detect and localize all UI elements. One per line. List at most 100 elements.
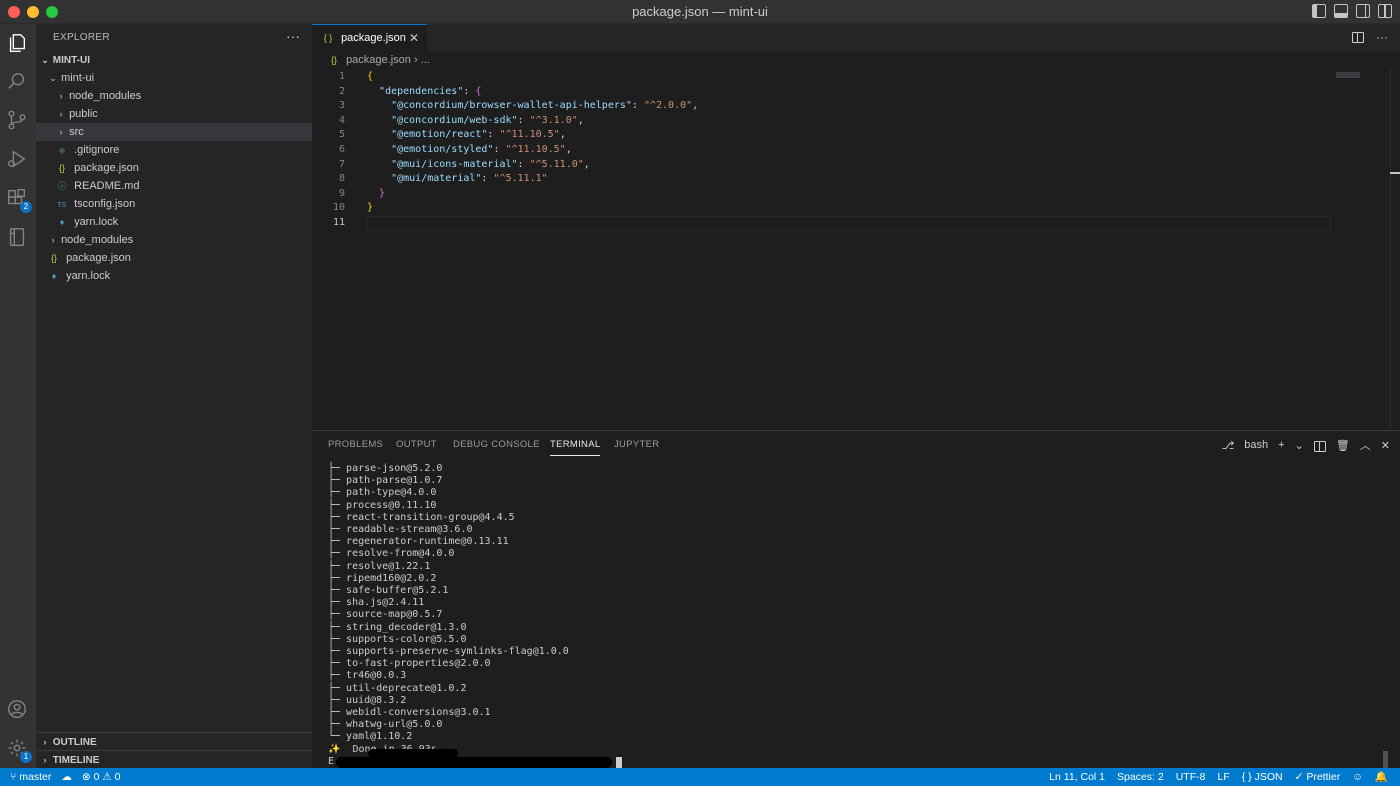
code-line[interactable]: 9 }: [312, 187, 1332, 202]
code-line[interactable]: 7 "@mui/icons-material": "^5.11.0",: [312, 158, 1332, 173]
branch-status[interactable]: ⑂ master: [10, 768, 51, 786]
yarn-file-icon: ♦: [51, 271, 57, 281]
workspace-root[interactable]: ⌄ MINT-UI: [36, 51, 312, 69]
terminal-line: ├─ path-type@4.0.0: [328, 487, 437, 499]
terminal[interactable]: ├─ parse-json@5.2.0 ├─ path-parse@1.0.7 ├─…: [328, 463, 1388, 769]
problems-status[interactable]: ⊗ 0 ⚠ 0: [82, 768, 121, 786]
feedback-icon[interactable]: ☺: [1352, 768, 1363, 786]
code-text: "@emotion/styled": "^11.10.5",: [391, 144, 572, 155]
tab-terminal[interactable]: TERMINAL: [550, 439, 601, 456]
terminal-line: ├─ resolve-from@4.0.0: [328, 548, 455, 560]
tree-file-gitignore[interactable]: ◆ .gitignore: [36, 141, 312, 159]
toggle-primary-sidebar-icon[interactable]: [1312, 4, 1326, 18]
tree-file-readme[interactable]: ⓘ README.md: [36, 177, 312, 195]
manage-gear-icon[interactable]: 1: [6, 737, 32, 763]
tree-item-label: tsconfig.json: [74, 198, 136, 210]
code-line[interactable]: 4 "@concordium/web-sdk": "^3.1.0",: [312, 114, 1332, 129]
breadcrumb-file[interactable]: package.json: [346, 54, 411, 66]
tab-output[interactable]: OUTPUT: [396, 439, 437, 456]
more-actions-icon[interactable]: ···: [286, 28, 300, 44]
run-debug-icon[interactable]: [6, 148, 30, 172]
extensions-icon[interactable]: 2: [6, 187, 32, 213]
code-line[interactable]: 11: [312, 216, 1332, 231]
close-panel-icon[interactable]: ✕: [1381, 439, 1390, 452]
json-file-icon: { }: [323, 33, 333, 43]
line-number: 6: [338, 144, 345, 155]
code-line[interactable]: 5 "@emotion/react": "^11.10.5",: [312, 128, 1332, 143]
code-editor[interactable]: 1{2 "dependencies": {3 "@concordium/brow…: [312, 68, 1400, 428]
tree-folder-public[interactable]: › public: [36, 105, 312, 123]
formatter-status[interactable]: ✓ Prettier: [1295, 768, 1341, 786]
tree-file-package-json[interactable]: {} package.json: [36, 159, 312, 177]
customize-layout-icon[interactable]: [1378, 4, 1392, 18]
editor-scrollbar[interactable]: [1390, 68, 1400, 428]
json-file-icon: {}: [58, 163, 65, 173]
notifications-bell-icon[interactable]: 🔔: [1375, 768, 1388, 786]
code-text: "@mui/icons-material": "^5.11.0",: [391, 158, 590, 170]
tree-folder-mint-ui[interactable]: ⌄ mint-ui: [36, 69, 312, 87]
code-text: }: [379, 187, 386, 199]
tree-file-root-yarn-lock[interactable]: ♦ yarn.lock: [36, 267, 312, 285]
close-tab-icon[interactable]: ✕: [409, 25, 419, 51]
terminal-shell-label[interactable]: bash: [1244, 439, 1268, 451]
title-bar: package.json — mint-ui: [0, 0, 1400, 24]
tab-jupyter[interactable]: JUPYTER: [614, 439, 659, 456]
minimap[interactable]: [1336, 72, 1360, 78]
maximize-panel-icon[interactable]: ︿: [1360, 437, 1371, 453]
tab-package-json[interactable]: { } package.json ✕: [312, 24, 427, 51]
notebook-icon[interactable]: [6, 226, 30, 250]
tree-item-label: node_modules: [61, 234, 134, 246]
chevron-right-icon: ›: [59, 109, 63, 119]
sync-icon[interactable]: ☁: [61, 768, 72, 786]
tree-item-label: public: [69, 108, 98, 120]
new-terminal-icon[interactable]: +: [1278, 439, 1284, 451]
search-icon[interactable]: [6, 70, 30, 94]
tab-problems[interactable]: PROBLEMS: [328, 439, 383, 456]
window-title: package.json — mint-ui: [632, 4, 768, 19]
tree-file-root-package-json[interactable]: {} package.json: [36, 249, 312, 267]
editor-more-actions-icon[interactable]: ···: [1376, 30, 1388, 44]
tree-file-yarn-lock[interactable]: ♦ yarn.lock: [36, 213, 312, 231]
line-number: 7: [338, 158, 345, 170]
chevron-right-icon: ›: [43, 755, 47, 765]
code-line[interactable]: 2 "dependencies": {: [312, 85, 1332, 100]
terminal-shell-icon: ⎇: [1221, 439, 1235, 452]
code-line[interactable]: 8 "@mui/material": "^5.11.1": [312, 172, 1332, 187]
code-line[interactable]: 10}: [312, 201, 1332, 216]
language-label: JSON: [1254, 771, 1283, 783]
terminal-line: ├─ webidl-conversions@3.0.1: [328, 707, 491, 718]
toggle-secondary-sidebar-icon[interactable]: [1356, 4, 1370, 18]
language-status[interactable]: { } JSON: [1242, 768, 1283, 786]
terminal-line: ├─ whatwg-url@5.0.0: [328, 719, 443, 731]
tree-folder-node-modules[interactable]: › node_modules: [36, 87, 312, 105]
terminal-scrollbar[interactable]: [1383, 751, 1388, 769]
chevron-down-icon[interactable]: ⌄: [1295, 439, 1304, 452]
encoding-status[interactable]: UTF-8: [1176, 768, 1206, 786]
breadcrumb-symbol[interactable]: ...: [421, 54, 430, 66]
terminal-line: ├─ resolve@1.22.1: [328, 560, 431, 572]
tab-debug-console[interactable]: DEBUG CONSOLE: [453, 439, 540, 456]
split-editor-icon[interactable]: [1352, 32, 1364, 43]
timeline-section[interactable]: › TIMELINE: [36, 750, 312, 768]
tree-item-label: mint-ui: [61, 72, 95, 84]
tree-item-label: .gitignore: [74, 144, 120, 156]
toggle-panel-icon[interactable]: [1334, 4, 1348, 18]
tree-folder-root-node-modules[interactable]: › node_modules: [36, 231, 312, 249]
outline-section[interactable]: › OUTLINE: [36, 732, 312, 750]
code-line[interactable]: 1{: [312, 70, 1332, 85]
cursor-position-status[interactable]: Ln 11, Col 1: [1049, 768, 1105, 786]
split-terminal-icon[interactable]: [1313, 440, 1326, 452]
tree-folder-src[interactable]: › src: [36, 123, 312, 141]
trash-icon[interactable]: 🗑: [1336, 439, 1350, 452]
eol-status[interactable]: LF: [1217, 768, 1229, 786]
tree-file-tsconfig[interactable]: TS tsconfig.json: [36, 195, 312, 213]
code-line[interactable]: 6 "@emotion/styled": "^11.10.5",: [312, 143, 1332, 158]
accounts-icon[interactable]: [6, 698, 30, 722]
activity-bar: 2 1: [0, 24, 36, 768]
explorer-icon[interactable]: [6, 32, 30, 56]
json-language-icon: { }: [1241, 771, 1252, 783]
indentation-status[interactable]: Spaces: 2: [1117, 768, 1164, 786]
code-line[interactable]: 3 "@concordium/browser-wallet-api-helper…: [312, 99, 1332, 114]
source-control-icon[interactable]: [6, 109, 30, 133]
terminal-prompt[interactable]: E: [328, 756, 334, 768]
